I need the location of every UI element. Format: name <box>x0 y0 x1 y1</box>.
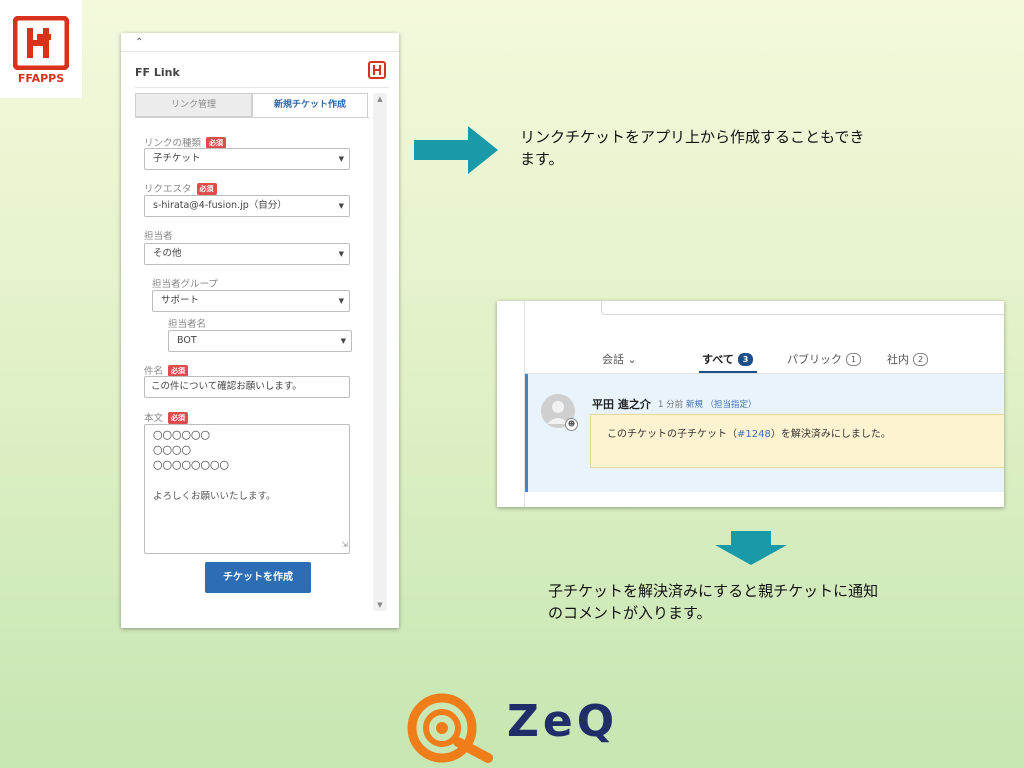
tab-public[interactable]: パブリック 1 <box>787 351 862 367</box>
caption-child-resolved-line2: のコメントが入ります。 <box>548 604 712 622</box>
tab-internal-label: 社内 <box>887 353 909 366</box>
dropdown-caret-icon: ▼ <box>338 297 344 305</box>
title-divider <box>135 87 389 88</box>
tab-public-label: パブリック <box>787 353 842 366</box>
link-type-label: リンクの種類 必須 <box>144 135 227 149</box>
user-badge-icon: ☻ <box>565 418 578 431</box>
body-line <box>153 474 341 489</box>
tab-internal[interactable]: 社内 2 <box>887 351 929 367</box>
ffapps-logo: FFAPPS <box>0 0 82 98</box>
link-type-value: 子チケット <box>153 153 201 164</box>
assignee-name-value: BOT <box>177 335 197 346</box>
dropdown-caret-icon: ▼ <box>338 202 344 210</box>
comment-author: 平田 進之介 <box>592 398 651 411</box>
comment-meta: 1 分前 新規 （担当指定） <box>658 398 757 410</box>
comment-time: 1 分前 <box>658 400 684 410</box>
zeq-logo: ZeQ <box>398 692 638 764</box>
zeq-logo-mark <box>407 693 493 763</box>
conversation-filter[interactable]: 会話 ⌄ <box>602 351 637 367</box>
assignee-value: その他 <box>153 248 182 259</box>
ffapps-logo-text: FFAPPS <box>17 72 65 85</box>
header-divider <box>121 51 399 52</box>
app-title: FF Link <box>135 66 180 79</box>
resize-grip-icon[interactable]: ⇲ <box>341 537 348 552</box>
body-line: 〇〇〇〇〇〇〇〇 <box>153 461 230 472</box>
caption-create-link-line1: リンクチケットをアプリ上から作成することもでき <box>520 128 865 146</box>
scroll-down-icon[interactable]: ▼ <box>373 601 387 609</box>
assignee-name-label: 担当者名 <box>168 319 207 330</box>
body-line: 〇〇〇〇〇〇 <box>153 431 211 442</box>
dropdown-caret-icon: ▼ <box>338 250 344 258</box>
subject-input[interactable]: この件について確認お願いします。 <box>144 376 350 398</box>
subject-label: 件名 必須 <box>144 363 189 377</box>
tab-all-label: すべて <box>702 353 734 366</box>
body-textarea[interactable]: 〇〇〇〇〇〇 〇〇〇〇 〇〇〇〇〇〇〇〇 よろしくお願いいたします。 ⇲ <box>144 424 350 554</box>
tab-public-count: 1 <box>846 353 862 366</box>
assignee-group-label: 担当者グループ <box>152 279 218 290</box>
zeq-logo-text: ZeQ <box>507 696 619 747</box>
body-label: 本文 必須 <box>144 410 189 424</box>
ff-link-panel: ⌃ FF Link リンク管理 新規チケット作成 ▲ ▼ リンクの種類 必須 子チ… <box>121 33 399 628</box>
comment-body: このチケットの子チケット（#1248）を解決済みにしました。 <box>590 414 1004 468</box>
dropdown-caret-icon: ▼ <box>340 337 346 345</box>
body-line: よろしくお願いいたします。 <box>153 491 276 502</box>
requester-label: リクエスタ 必須 <box>144 181 217 195</box>
caption-child-resolved-line1: 子チケットを解決済みにすると親チケットに通知 <box>548 582 879 600</box>
requester-label-text: リクエスタ <box>144 184 192 195</box>
assignee-name-select[interactable]: BOT ▼ <box>168 330 352 352</box>
assignee-group-value: サポート <box>161 295 200 306</box>
caption-create-link: リンクチケットをアプリ上から作成することもでき ます。 <box>520 126 940 170</box>
assignee-select[interactable]: その他 ▼ <box>144 243 350 265</box>
tab-new-ticket[interactable]: 新規チケット作成 <box>252 93 368 117</box>
tab-link-management[interactable]: リンク管理 <box>135 93 252 117</box>
child-ticket-link[interactable]: #1248 <box>737 429 771 440</box>
comment-text-before: このチケットの子チケット（ <box>607 429 737 440</box>
required-badge: 必須 <box>196 183 217 195</box>
comment-item: ☻ 平田 進之介 1 分前 新規 （担当指定） このチケットの子チケット（#12… <box>525 374 1004 492</box>
conversation-tabs: 会話 ⌄ すべて 3 パブリック 1 社内 2 <box>497 341 1004 373</box>
chevron-up-icon[interactable]: ⌃ <box>135 37 143 48</box>
assignee-label: 担当者 <box>144 231 173 242</box>
create-ticket-button[interactable]: チケットを作成 <box>205 562 311 593</box>
comment-assign-note: （担当指定） <box>705 400 757 410</box>
inset-left-column <box>497 301 525 507</box>
requester-value: s-hirata@4-fusion.jp（自分） <box>153 200 287 211</box>
comment-text-after: ）を解決済みにしました。 <box>770 429 891 440</box>
inset-search-edge <box>601 301 1004 315</box>
tab-internal-count: 2 <box>913 353 929 366</box>
requester-select[interactable]: s-hirata@4-fusion.jp（自分） ▼ <box>144 195 350 217</box>
scroll-up-icon[interactable]: ▲ <box>373 95 387 103</box>
ffapps-logo-mark <box>13 16 69 70</box>
link-type-select[interactable]: 子チケット ▼ <box>144 148 350 170</box>
conversation-screenshot: 会話 ⌄ すべて 3 パブリック 1 社内 2 ☻ 平田 進之介 1 分前 新規 （担… <box>497 301 1004 507</box>
caption-child-resolved: 子チケットを解決済みにすると親チケットに通知 のコメントが入ります。 <box>548 580 968 624</box>
assignee-group-select[interactable]: サポート ▼ <box>152 290 350 312</box>
dropdown-caret-icon: ▼ <box>338 155 344 163</box>
body-label-text: 本文 <box>144 413 164 424</box>
required-badge: 必須 <box>168 412 189 424</box>
tab-divider <box>135 117 369 118</box>
comment-status[interactable]: 新規 <box>686 400 703 410</box>
caption-create-link-line2: ます。 <box>520 150 564 168</box>
arrow-right-icon <box>414 126 498 174</box>
tab-all-count: 3 <box>737 353 754 366</box>
tab-all[interactable]: すべて 3 <box>702 351 754 367</box>
body-line: 〇〇〇〇 <box>153 446 192 457</box>
arrow-down-icon <box>715 531 787 565</box>
panel-scrollbar[interactable]: ▲ ▼ <box>373 93 387 611</box>
ffapps-app-icon <box>368 61 386 79</box>
